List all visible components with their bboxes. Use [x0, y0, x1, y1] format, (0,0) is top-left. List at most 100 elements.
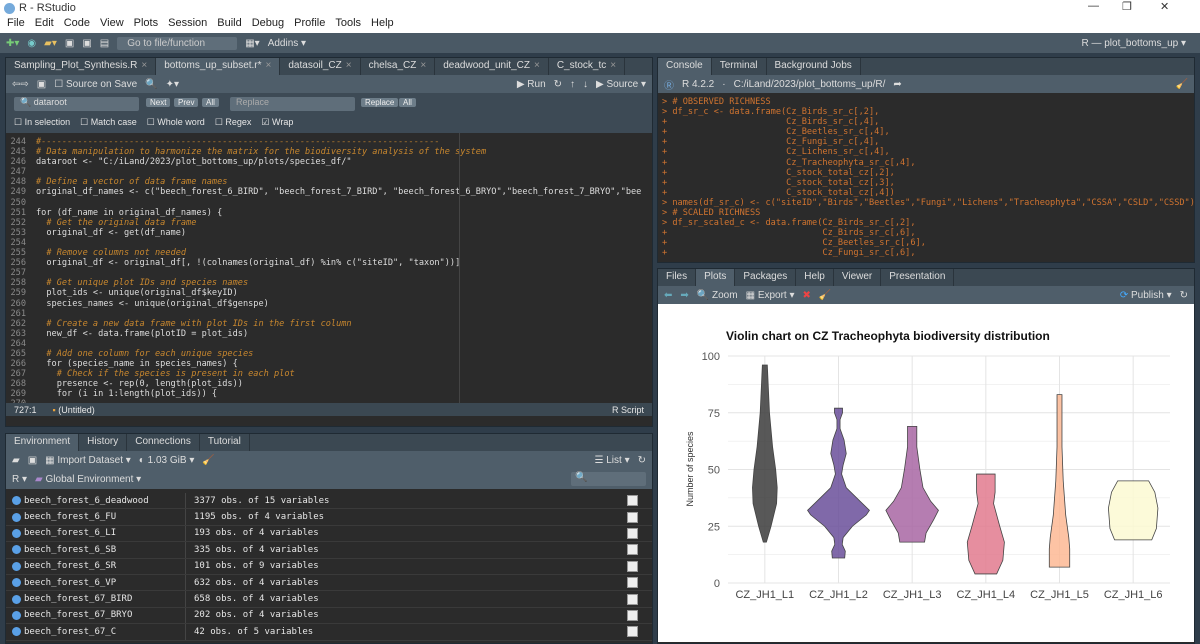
expand-icon[interactable] — [12, 561, 21, 571]
run-button[interactable]: ▶ Run — [517, 79, 546, 90]
close-tab-icon[interactable]: × — [141, 60, 147, 71]
tab-datasoil-cz[interactable]: datasoil_CZ × — [280, 58, 361, 75]
scope-selector[interactable]: ▪ (Untitled) — [53, 405, 95, 415]
tab-environment[interactable]: Environment — [6, 434, 80, 451]
expand-icon[interactable] — [12, 594, 21, 604]
language-select[interactable]: R ▾ — [12, 474, 27, 485]
tab-background-jobs[interactable]: Background Jobs — [767, 58, 861, 75]
magic-wand-icon[interactable]: ✦▾ — [166, 79, 179, 90]
menu-tools[interactable]: Tools — [335, 17, 361, 29]
zoom-button[interactable]: 🔍 Zoom — [697, 290, 738, 301]
tab-plots[interactable]: Plots — [696, 269, 736, 286]
clear-console-icon[interactable]: 🧹 — [1176, 79, 1188, 90]
view-table-icon[interactable] — [627, 593, 638, 605]
tab-files[interactable]: Files — [658, 269, 697, 286]
view-table-icon[interactable] — [627, 560, 638, 572]
maximize-button[interactable]: ❐ — [1122, 0, 1132, 13]
close-tab-icon[interactable]: × — [266, 60, 272, 71]
source-button[interactable]: ▶ Source ▾ — [596, 79, 646, 90]
goto-file-input[interactable]: Go to file/function — [117, 36, 238, 50]
expand-icon[interactable] — [12, 496, 21, 506]
menu-build[interactable]: Build — [217, 17, 241, 29]
menu-file[interactable]: File — [7, 17, 25, 29]
tab-tutorial[interactable]: Tutorial — [200, 434, 250, 451]
close-tab-icon[interactable]: × — [420, 60, 426, 71]
tab-terminal[interactable]: Terminal — [712, 58, 767, 75]
menu-session[interactable]: Session — [168, 17, 207, 29]
find-all-button[interactable]: All — [202, 98, 219, 107]
import-dataset-button[interactable]: ▦ Import Dataset ▾ — [45, 455, 131, 466]
view-table-icon[interactable] — [627, 495, 638, 507]
tab-bottoms-up-subset-r-[interactable]: bottoms_up_subset.r* × — [156, 58, 281, 75]
new-file-icon[interactable]: ✚▾ — [6, 38, 19, 49]
environment-row[interactable]: beech_forest_6_VP 632 obs. of 4 variables — [6, 574, 652, 592]
memory-usage[interactable]: ◐ 1.03 GiB ▾ — [139, 455, 195, 466]
tab-sampling-plot-synthesis-r[interactable]: Sampling_Plot_Synthesis.R × — [6, 58, 157, 75]
menu-view[interactable]: View — [100, 17, 124, 29]
environment-row[interactable]: beech_forest_67_C 42 obs. of 5 variables — [6, 624, 652, 641]
source-on-save-checkbox[interactable]: ☐ Source on Save — [54, 79, 137, 90]
pane-layout-icon[interactable]: ▦▾ — [245, 38, 259, 49]
view-table-icon[interactable] — [627, 527, 638, 539]
minimize-button[interactable]: — — [1088, 0, 1099, 12]
expand-icon[interactable] — [12, 545, 21, 555]
save-icon[interactable]: ▣ — [37, 79, 46, 90]
goto-directory-icon[interactable]: ➦ — [893, 79, 901, 90]
expand-icon[interactable] — [12, 610, 21, 620]
project-menu[interactable]: R — plot_bottoms_up ▾ — [1081, 38, 1186, 49]
search-icon[interactable]: 🔍 — [145, 79, 157, 90]
tab-connections[interactable]: Connections — [127, 434, 200, 451]
expand-icon[interactable] — [12, 512, 21, 522]
expand-icon[interactable] — [12, 578, 21, 588]
menu-help[interactable]: Help — [371, 17, 394, 29]
find-option-checkbox[interactable]: ☐ Match case — [80, 117, 137, 128]
environment-row[interactable]: beech_forest_6_SR 101 obs. of 9 variables — [6, 558, 652, 575]
save-all-icon[interactable]: ▣ — [82, 38, 91, 49]
find-option-checkbox[interactable]: ☑ Wrap — [261, 117, 293, 128]
tab-c-stock-tc[interactable]: C_stock_tc × — [549, 58, 626, 75]
find-option-checkbox[interactable]: ☐ Regex — [215, 117, 252, 128]
tab-presentation[interactable]: Presentation — [881, 269, 955, 286]
menu-debug[interactable]: Debug — [252, 17, 284, 29]
tab-help[interactable]: Help — [796, 269, 834, 286]
tab-deadwood-unit-cz[interactable]: deadwood_unit_CZ × — [435, 58, 549, 75]
print-icon[interactable]: ▤ — [100, 38, 109, 49]
replace-input[interactable]: Replace — [230, 97, 355, 111]
tab-chelsa-cz[interactable]: chelsa_CZ × — [361, 58, 436, 75]
clear-broom-icon[interactable]: 🧹 — [202, 455, 214, 466]
environment-row[interactable]: beech_forest_67_BRYO 202 obs. of 4 variab… — [6, 607, 652, 625]
remove-plot-icon[interactable]: ✖ — [803, 290, 811, 301]
replace-button[interactable]: Replace — [361, 98, 399, 107]
view-table-icon[interactable] — [627, 609, 638, 621]
addins-menu[interactable]: Addins ▾ — [268, 38, 306, 49]
view-mode-select[interactable]: ☰ List ▾ — [594, 455, 629, 466]
save-icon[interactable]: ▣ — [65, 38, 74, 49]
expand-icon[interactable] — [12, 528, 21, 538]
close-tab-icon[interactable]: × — [346, 60, 352, 71]
down-arrow-icon[interactable]: ↓ — [583, 79, 588, 90]
menu-profile[interactable]: Profile — [294, 17, 325, 29]
environment-row[interactable]: beech_forest_6_SB 335 obs. of 4 variables — [6, 542, 652, 559]
back-arrow-icon[interactable]: ⬅ — [664, 290, 672, 301]
view-table-icon[interactable] — [627, 577, 638, 589]
view-table-icon[interactable] — [627, 544, 638, 556]
load-workspace-icon[interactable]: ▰ — [12, 455, 20, 466]
open-file-icon[interactable]: ▰▾ — [44, 38, 57, 49]
publish-button[interactable]: ⟳ Publish ▾ — [1120, 290, 1172, 301]
working-directory[interactable]: C:/iLand/2023/plot_bottoms_up/R/ — [734, 79, 886, 90]
menu-plots[interactable]: Plots — [134, 17, 158, 29]
clear-plots-icon[interactable]: 🧹 — [819, 290, 831, 301]
close-button[interactable]: ✕ — [1160, 0, 1169, 13]
tab-packages[interactable]: Packages — [735, 269, 797, 286]
environment-row[interactable]: beech_forest_6_FU 1195 obs. of 4 variable… — [6, 509, 652, 526]
scope-select[interactable]: ▰ Global Environment ▾ — [35, 474, 141, 485]
view-table-icon[interactable] — [627, 626, 638, 638]
expand-icon[interactable] — [12, 627, 21, 637]
tab-console[interactable]: Console — [658, 58, 712, 75]
environment-search-input[interactable]: 🔍 — [571, 472, 646, 486]
find-next-button[interactable]: Next — [146, 98, 171, 107]
refresh-icon[interactable]: ↻ — [1180, 290, 1188, 301]
forward-arrow-icon[interactable]: ➡ — [680, 290, 688, 301]
refresh-icon[interactable]: ↻ — [638, 455, 646, 466]
view-table-icon[interactable] — [627, 511, 638, 523]
